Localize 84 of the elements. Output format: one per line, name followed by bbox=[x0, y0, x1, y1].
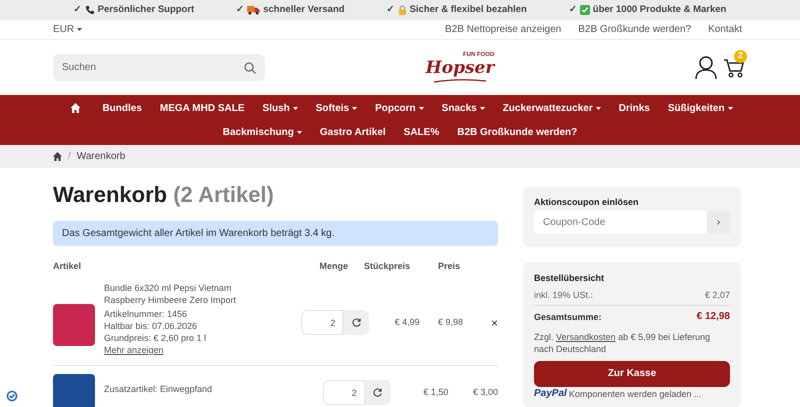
coupon-title: Aktionscoupon einlösen bbox=[534, 196, 640, 208]
lock-icon bbox=[398, 5, 407, 15]
remove-button[interactable]: × bbox=[490, 317, 498, 329]
caret-icon bbox=[596, 106, 601, 110]
paypal-logo: PayPal bbox=[534, 388, 567, 400]
column-header: Stückpreis bbox=[362, 260, 410, 274]
column-header: Menge bbox=[318, 260, 348, 274]
truck-icon bbox=[247, 5, 260, 15]
caret-icon bbox=[77, 28, 82, 31]
line-price: € 3,00 bbox=[472, 387, 498, 398]
item-count: (2 Artikel) bbox=[173, 182, 274, 207]
user-icon[interactable] bbox=[695, 56, 717, 80]
usp-label: Persönlicher Support bbox=[98, 2, 194, 17]
unit-price: € 1,50 bbox=[422, 387, 448, 398]
caret-icon bbox=[292, 106, 298, 110]
checkmark-icon: ✓ bbox=[386, 2, 395, 18]
service-link[interactable]: B2B Nettopreise anzeigen bbox=[445, 22, 562, 37]
caret-icon bbox=[480, 106, 485, 110]
service-link[interactable]: Kontakt bbox=[708, 22, 742, 37]
phone-icon bbox=[84, 5, 95, 15]
line-price: € 9,98 bbox=[436, 317, 463, 328]
product-detail: Haltbar bis: 07.06.2026 bbox=[104, 320, 198, 332]
coupon-field[interactable]: Coupon-Code bbox=[534, 211, 707, 234]
refresh-button[interactable] bbox=[364, 380, 391, 405]
search-icon[interactable] bbox=[244, 62, 256, 74]
usp-label: schneller Versand bbox=[263, 2, 345, 17]
nav-link[interactable]: Gastro Artikel bbox=[310, 120, 395, 144]
refresh-button[interactable] bbox=[343, 310, 370, 335]
breadcrumb-current: Warenkorb bbox=[76, 150, 126, 164]
refresh-icon bbox=[352, 318, 361, 327]
checkmark-icon: ✓ bbox=[236, 2, 244, 18]
home-icon[interactable] bbox=[70, 103, 82, 113]
cart-count-badge: 2 bbox=[734, 50, 747, 62]
total-amount: € 12,98 bbox=[696, 311, 730, 323]
currency-dropdown[interactable]: EUR bbox=[53, 22, 82, 37]
product-detail: Artikelnummer: 1456 bbox=[104, 308, 188, 320]
quantity-field[interactable]: 2 bbox=[301, 310, 344, 335]
nav-link[interactable]: Slush bbox=[254, 96, 307, 120]
nav-link[interactable]: Drinks bbox=[610, 96, 659, 120]
nav-link[interactable]: MEGA MHD SALE bbox=[150, 96, 254, 120]
caret-icon bbox=[296, 130, 302, 134]
usp-label: über 1000 Produkte & Marken bbox=[592, 2, 726, 17]
nav-link[interactable]: Softeis bbox=[306, 96, 366, 120]
trust-badge-icon[interactable] bbox=[5, 389, 19, 403]
nav-link[interactable]: Snacks bbox=[432, 96, 494, 120]
paypal-loading-note: Komponenten werden geladen ... bbox=[568, 388, 702, 400]
nav-link[interactable]: B2B Großkunde werden? bbox=[448, 120, 586, 144]
nav-link[interactable]: Bundles bbox=[93, 96, 151, 120]
product-name[interactable]: Zusatzartikel: Einwegpfand bbox=[104, 383, 273, 395]
shipping-note: Zzgl. Versandkosten ab € 5,99 bei Lieferung nach Deutschland bbox=[534, 331, 712, 355]
search-field[interactable]: Suchen bbox=[53, 54, 265, 81]
page-title: Warenkorb bbox=[53, 182, 168, 207]
nav-link[interactable]: SALE% bbox=[394, 120, 448, 144]
shipping-costs-link[interactable]: Versandkosten bbox=[556, 332, 616, 342]
usp-label: Sicher & flexibel bezahlen bbox=[410, 2, 527, 17]
summary-title: Bestellübersicht bbox=[534, 272, 606, 284]
product-detail: Grundpreis: € 2,60 pro 1 l bbox=[104, 332, 208, 344]
checkmark-box-icon bbox=[580, 5, 590, 15]
nav-link[interactable]: Zuckerwattezucker bbox=[494, 96, 610, 120]
refresh-icon bbox=[373, 388, 382, 397]
more-link[interactable]: Mehr anzeigen bbox=[104, 344, 252, 356]
checkmark-icon: ✓ bbox=[74, 2, 82, 18]
nav-link[interactable]: Backmischung bbox=[214, 120, 311, 144]
breadcrumb-separator: / bbox=[68, 150, 71, 164]
quantity-field[interactable]: 2 bbox=[322, 380, 365, 405]
cart-icon[interactable] bbox=[723, 56, 745, 78]
column-header: Artikel bbox=[53, 260, 82, 274]
nav-link[interactable]: Popcorn bbox=[366, 96, 433, 120]
tax-amount: € 2,07 bbox=[704, 289, 730, 301]
caret-icon bbox=[418, 106, 424, 110]
home-icon[interactable] bbox=[53, 152, 62, 161]
coupon-submit-button[interactable]: › bbox=[707, 211, 730, 234]
unit-price: € 4,99 bbox=[394, 317, 420, 328]
caret-icon bbox=[728, 106, 733, 110]
caret-icon bbox=[352, 106, 358, 110]
service-link[interactable]: B2B Großkunde werden? bbox=[578, 22, 692, 37]
weight-notice: Das Gesamtgewicht aller Artikel im Warenkorb beträgt 3.4 kg. bbox=[53, 221, 498, 246]
product-name[interactable]: Bundle 6x320 ml Pepsi Vietnam Raspberry Himbeere Zero Import bbox=[104, 282, 252, 306]
checkmark-icon: ✓ bbox=[568, 2, 577, 18]
column-header: Preis bbox=[436, 260, 460, 274]
nav-link[interactable]: Süßigkeiten bbox=[658, 96, 742, 120]
total-label: Gesamtsumme: bbox=[534, 311, 602, 323]
tax-label: inkl. 19% USt.: bbox=[534, 289, 594, 301]
checkout-button[interactable]: Zur Kasse bbox=[534, 361, 730, 387]
